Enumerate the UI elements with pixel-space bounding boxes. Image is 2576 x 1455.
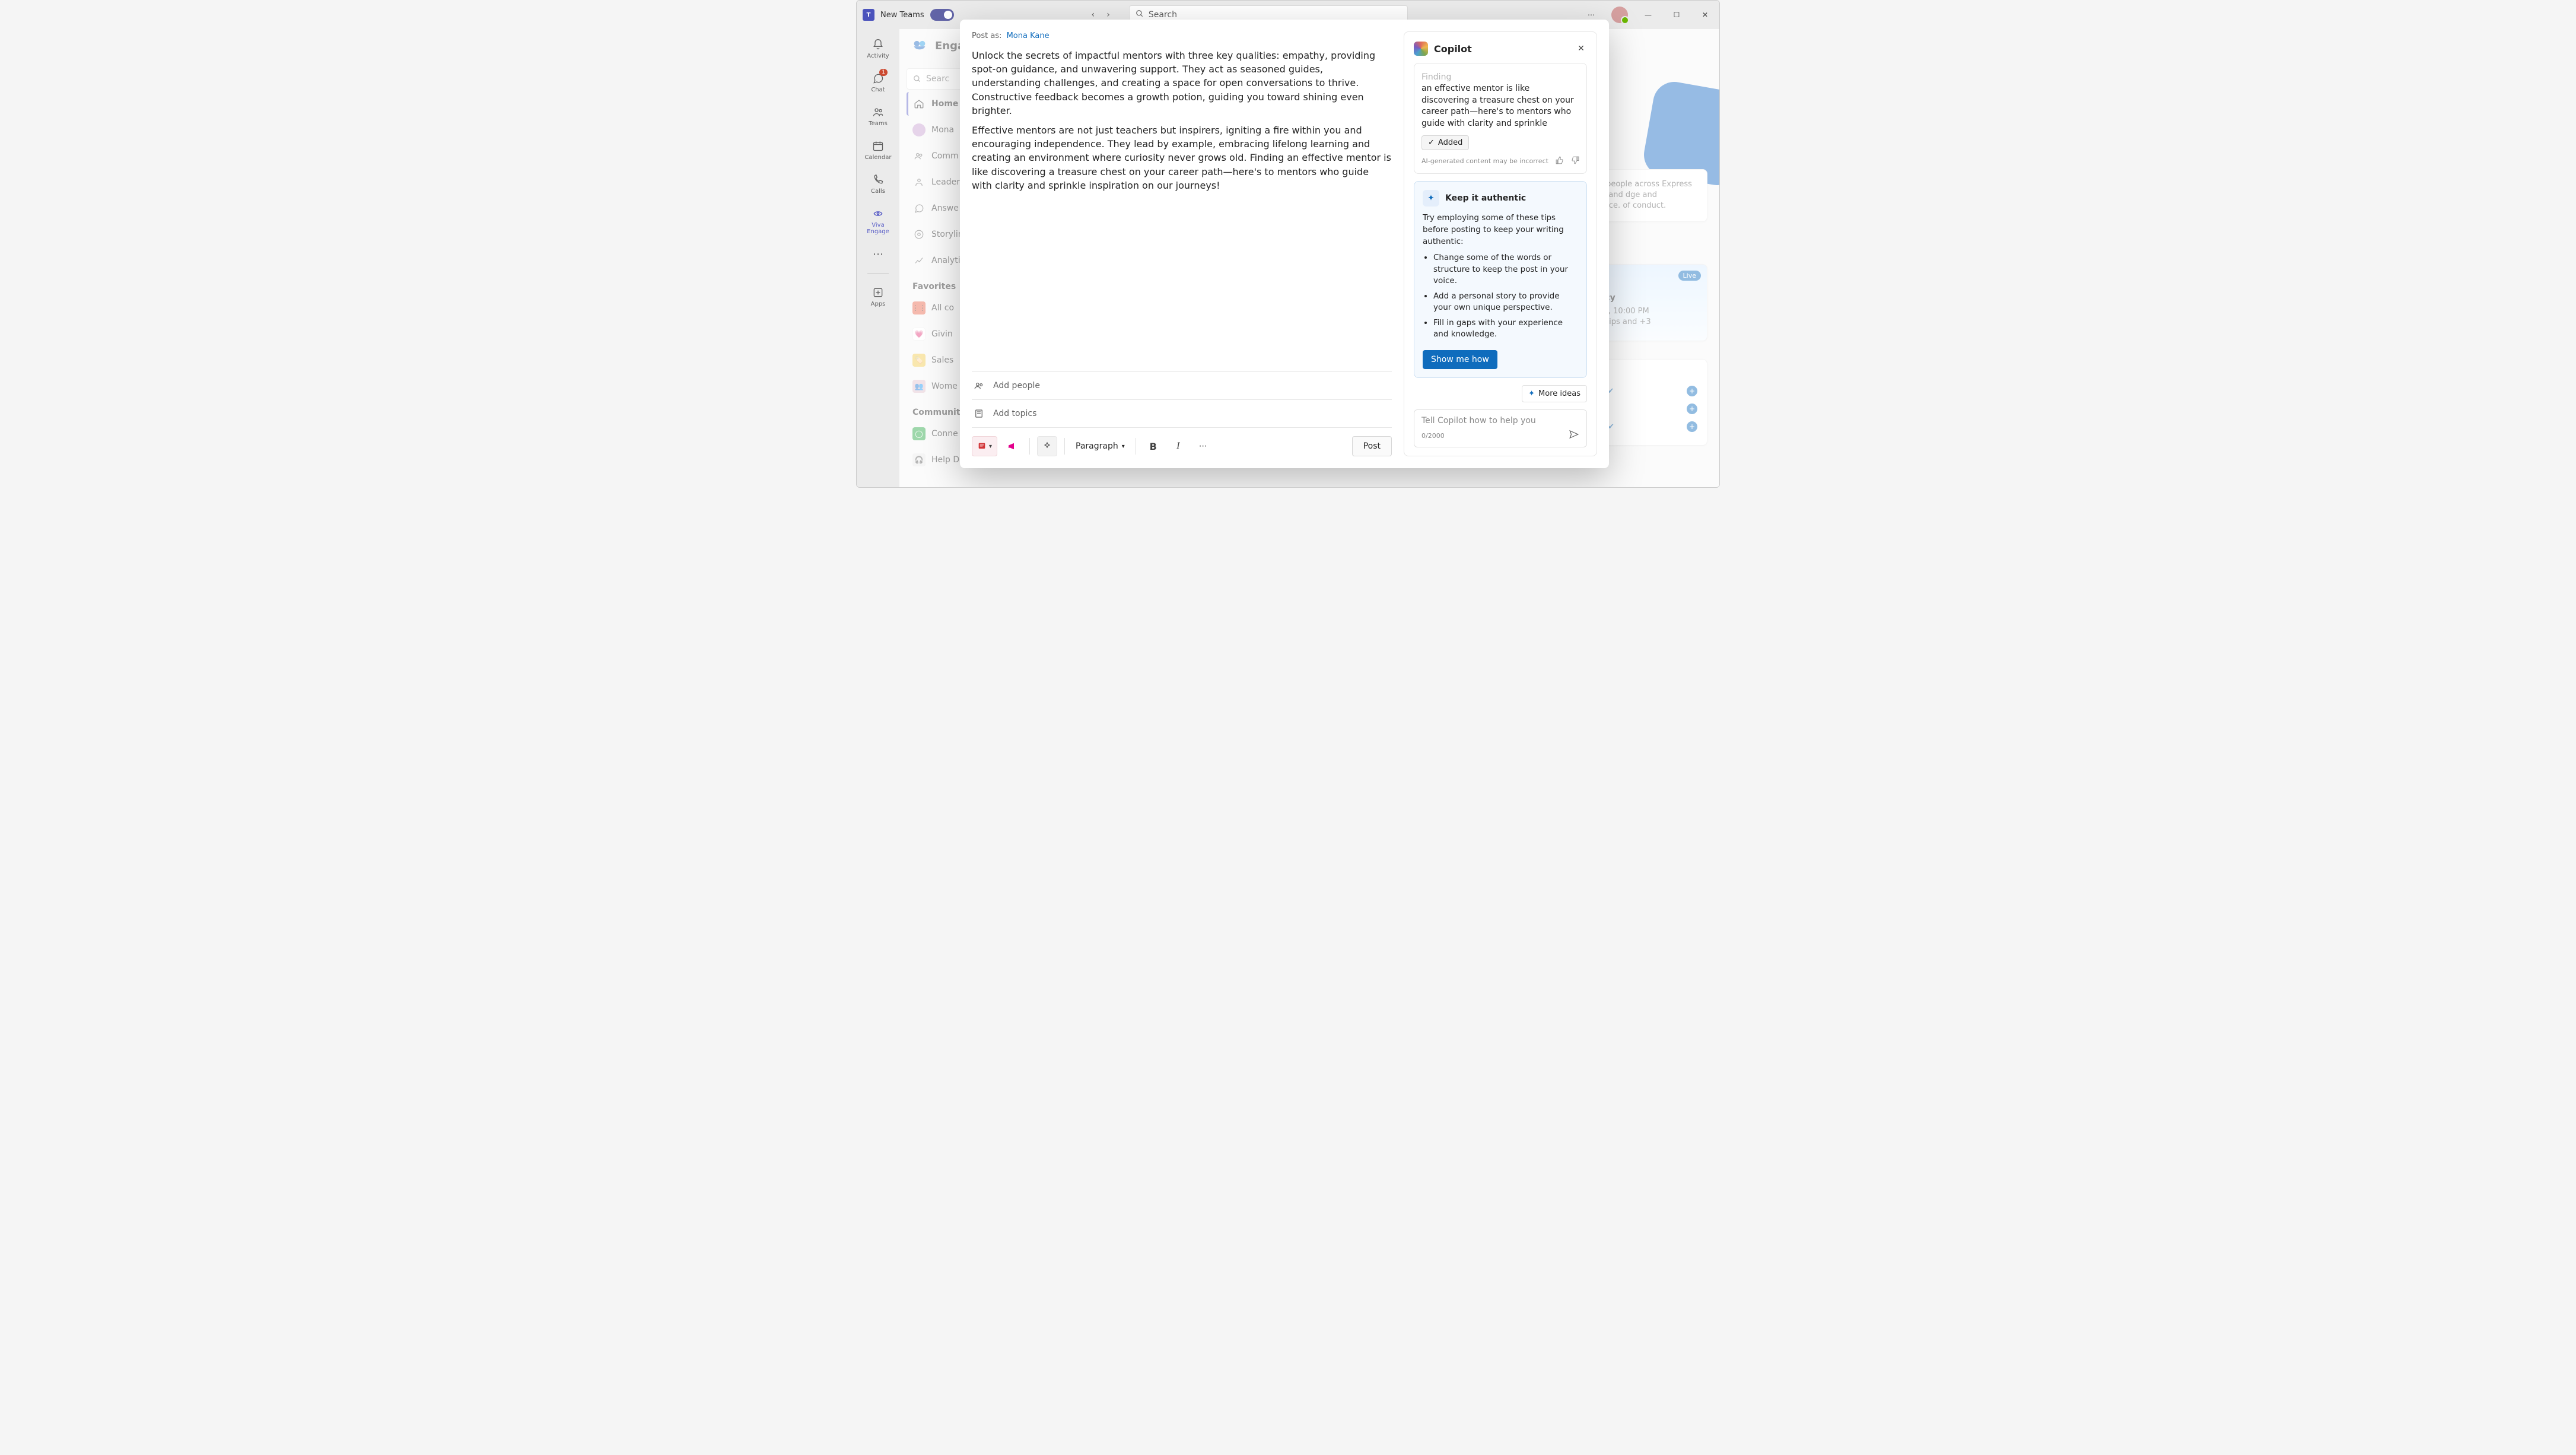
rail-more[interactable]: ⋯ — [860, 244, 896, 263]
copilot-tips-card: ✦ Keep it authentic Try employing some o… — [1414, 181, 1587, 378]
people-icon — [973, 380, 985, 391]
rail-divider — [867, 273, 889, 274]
profile-avatar[interactable] — [1611, 7, 1628, 23]
teams-app-icon: T — [863, 9, 874, 21]
rail-calendar[interactable]: Calendar — [860, 136, 896, 163]
compose-paragraph: Effective mentors are not just teachers … — [972, 123, 1392, 192]
ai-disclaimer: AI-generated content may be incorrect — [1421, 157, 1548, 165]
compose-dialog: Post as: Mona Kane Unlock the secrets of… — [960, 20, 1609, 468]
chevron-down-icon: ▾ — [1122, 443, 1125, 450]
search-placeholder: Search — [1149, 10, 1177, 20]
copilot-title: Copilot — [1434, 43, 1472, 55]
paragraph-label: Paragraph — [1076, 441, 1118, 451]
megaphone-icon — [1007, 441, 1017, 452]
paragraph-style-selector[interactable]: Paragraph ▾ — [1072, 436, 1128, 456]
rail-apps[interactable]: Apps — [860, 283, 896, 310]
more-ideas-label: More ideas — [1538, 389, 1580, 398]
copilot-close-button[interactable]: ✕ — [1575, 43, 1587, 55]
people-icon — [871, 105, 885, 119]
tips-title: Keep it authentic — [1445, 193, 1526, 203]
app-rail: Activity 1 Chat Teams Calendar Calls — [857, 29, 899, 487]
add-people-label: Add people — [993, 381, 1040, 390]
toolbar-divider — [1029, 438, 1030, 455]
rail-label: Viva Engage — [860, 222, 896, 235]
more-formatting-button[interactable]: ⋯ — [1193, 436, 1213, 456]
copilot-input-box[interactable]: Tell Copilot how to help you 0/2000 — [1414, 409, 1587, 447]
nav-forward-button[interactable]: › — [1106, 10, 1110, 20]
tips-intro: Try employing some of these tips before … — [1423, 213, 1564, 246]
post-button[interactable]: Post — [1352, 436, 1392, 456]
bell-icon — [871, 37, 885, 52]
copilot-toolbar-button[interactable] — [1037, 436, 1057, 456]
rail-label: Teams — [869, 120, 888, 127]
copilot-panel: Copilot ✕ where curiosity never grows ol… — [1404, 31, 1597, 456]
more-ideas-button[interactable]: ✦ More ideas — [1522, 385, 1587, 402]
engage-icon — [871, 207, 885, 221]
compose-paragraph: Unlock the secrets of impactful mentors … — [972, 49, 1392, 117]
post-as-user-link[interactable]: Mona Kane — [1007, 31, 1050, 40]
sparkle-icon: ✦ — [1528, 389, 1535, 398]
added-label: Added — [1438, 138, 1462, 147]
discussion-icon — [977, 441, 987, 451]
add-topics-label: Add topics — [993, 409, 1036, 418]
italic-button[interactable]: I — [1168, 436, 1188, 456]
copilot-response-text: where curiosity never grows old. Finding… — [1421, 71, 1579, 129]
char-counter: 0/2000 — [1421, 432, 1445, 440]
toolbar-divider — [1064, 438, 1065, 455]
tip-item: Fill in gaps with your experience and kn… — [1433, 317, 1578, 341]
copilot-icon — [1042, 441, 1052, 451]
thumbs-up-button[interactable] — [1556, 156, 1564, 166]
search-icon — [1136, 9, 1144, 20]
topic-icon — [973, 408, 985, 419]
rail-teams[interactable]: Teams — [860, 103, 896, 129]
window-minimize-button[interactable]: — — [1640, 7, 1656, 23]
add-people-row[interactable]: Add people — [972, 371, 1392, 399]
compose-toolbar: ▾ Paragraph ▾ B I ⋯ Post — [972, 427, 1392, 456]
chat-badge: 1 — [879, 69, 888, 76]
apps-icon — [871, 285, 885, 300]
copilot-input-placeholder: Tell Copilot how to help you — [1421, 416, 1579, 425]
tip-item: Change some of the words or structure to… — [1433, 252, 1578, 287]
tip-item: Add a personal story to provide your own… — [1433, 291, 1578, 314]
rail-label: Activity — [867, 53, 889, 59]
thumbs-down-button[interactable] — [1571, 156, 1579, 166]
window-maximize-button[interactable]: ☐ — [1668, 7, 1685, 23]
rail-viva-engage[interactable]: Viva Engage — [860, 204, 896, 237]
rail-calls[interactable]: Calls — [860, 170, 896, 197]
more-icon: ⋯ — [871, 247, 885, 261]
show-me-how-button[interactable]: Show me how — [1423, 350, 1497, 369]
copilot-response-card: where curiosity never grows old. Finding… — [1414, 63, 1587, 174]
rail-label: Chat — [871, 87, 885, 93]
rail-chat[interactable]: 1 Chat — [860, 69, 896, 96]
bold-button[interactable]: B — [1143, 436, 1163, 456]
app-name: New Teams — [880, 11, 924, 20]
chat-icon: 1 — [871, 71, 885, 85]
add-topics-row[interactable]: Add topics — [972, 399, 1392, 427]
compose-editor[interactable]: Unlock the secrets of impactful mentors … — [972, 49, 1392, 371]
copilot-logo-icon — [1414, 42, 1428, 56]
phone-icon — [871, 173, 885, 187]
compose-pane: Post as: Mona Kane Unlock the secrets of… — [972, 31, 1392, 456]
window-close-button[interactable]: ✕ — [1697, 7, 1713, 23]
post-type-announcement-button[interactable] — [1002, 436, 1022, 456]
calendar-icon — [871, 139, 885, 153]
check-icon: ✓ — [1428, 138, 1435, 147]
nav-back-button[interactable]: ‹ — [1092, 10, 1095, 20]
rail-label: Calls — [871, 188, 885, 195]
post-type-discussion-button[interactable]: ▾ — [972, 436, 997, 456]
post-as-row: Post as: Mona Kane — [972, 31, 1392, 40]
sparkle-icon: ✦ — [1423, 190, 1439, 207]
rail-label: Apps — [871, 301, 886, 307]
new-teams-toggle[interactable] — [930, 9, 954, 21]
chevron-down-icon: ▾ — [989, 443, 992, 450]
rail-activity[interactable]: Activity — [860, 35, 896, 62]
rail-label: Calendar — [865, 154, 892, 161]
send-button[interactable] — [1569, 429, 1579, 442]
post-as-label: Post as: — [972, 31, 1001, 40]
added-chip[interactable]: ✓ Added — [1421, 135, 1469, 150]
